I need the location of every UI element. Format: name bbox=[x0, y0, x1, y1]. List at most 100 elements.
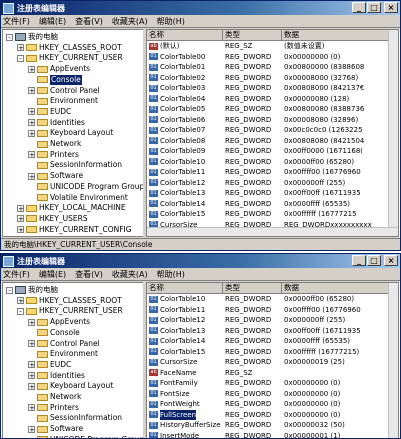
tree-node[interactable]: Network bbox=[28, 392, 81, 402]
tree-node[interactable]: + Software bbox=[28, 424, 83, 434]
menu-edit[interactable]: 编辑(E) bbox=[39, 269, 66, 280]
expand-icon[interactable]: + bbox=[17, 297, 24, 305]
value-row[interactable]: 01 FontSize REG_DWORD 0x00000000 (0) bbox=[147, 389, 398, 400]
tree-node[interactable]: + Identities bbox=[28, 371, 85, 381]
menu-file[interactable]: 文件(F) bbox=[3, 16, 30, 27]
value-row[interactable]: 01 ColorTable14 REG_DWORD 0x0000ffff (65535… bbox=[147, 199, 398, 210]
vertical-scrollbar[interactable] bbox=[388, 30, 398, 236]
column-header-name[interactable]: 名称 bbox=[147, 30, 223, 40]
value-row[interactable]: 01 ColorTable15 REG_DWORD 0x00ffffff (16777… bbox=[147, 209, 398, 220]
close-button[interactable]: × bbox=[384, 2, 398, 13]
menu-help[interactable]: 帮助(H) bbox=[157, 269, 185, 280]
value-row[interactable]: 01 ColorTable11 REG_DWORD 0x00ffff00 (16776… bbox=[147, 167, 398, 178]
expand-icon[interactable]: + bbox=[28, 87, 35, 95]
tree-node[interactable]: Volatile Environment bbox=[28, 193, 128, 203]
tree-node[interactable]: + Printers bbox=[28, 403, 79, 413]
menu-favorites[interactable]: 收藏夹(A) bbox=[112, 16, 148, 27]
tree-node[interactable]: + AppEvents bbox=[28, 317, 90, 327]
value-row[interactable]: 01 ColorTable10 REG_DWORD 0x0000ff00 (65280… bbox=[147, 157, 398, 168]
collapse-icon[interactable]: - bbox=[6, 286, 13, 294]
expand-icon[interactable]: + bbox=[28, 340, 35, 348]
value-row[interactable]: 01 ColorTable13 REG_DWORD 0x00ff00ff (16711… bbox=[147, 326, 398, 337]
value-row[interactable]: 01 ColorTable06 REG_DWORD 0x00008080 (32896… bbox=[147, 115, 398, 126]
tree-node[interactable]: + AppEvents bbox=[28, 64, 90, 74]
expand-icon[interactable]: + bbox=[28, 404, 35, 412]
expand-icon[interactable]: + bbox=[28, 65, 35, 73]
collapse-icon[interactable]: - bbox=[17, 54, 24, 62]
expand-icon[interactable]: + bbox=[17, 204, 24, 212]
tree-node[interactable]: + HKEY_CLASSES_ROOT bbox=[17, 43, 122, 53]
value-row[interactable]: 01 FontFamily REG_DWORD 0x00000000 (0) bbox=[147, 378, 398, 389]
tree-node[interactable]: + HKEY_CLASSES_ROOT bbox=[17, 296, 122, 306]
tree-node[interactable]: Environment bbox=[28, 349, 98, 359]
tree-node[interactable]: Console bbox=[28, 328, 80, 338]
registry-tree[interactable]: - 我的电脑 + HKEY_CLASSES_ROOT - HKEY_CURRENT_USE… bbox=[2, 29, 145, 237]
column-header-name[interactable]: 名称 bbox=[147, 283, 223, 293]
value-row[interactable]: 01 ColorTable02 REG_DWORD 0x00008000 (32768… bbox=[147, 73, 398, 84]
minimize-button[interactable]: _ bbox=[352, 255, 366, 266]
tree-node[interactable]: Network bbox=[28, 139, 81, 149]
value-row[interactable]: 01 ColorTable00 REG_DWORD 0x00000000 (0) bbox=[147, 52, 398, 63]
tree-node[interactable]: + Printers bbox=[28, 150, 79, 160]
value-row[interactable]: 01 ColorTable12 REG_DWORD 0x000000ff (255) bbox=[147, 315, 398, 326]
tree-node[interactable]: - HKEY_CURRENT_USER bbox=[17, 306, 123, 316]
tree-node[interactable]: SessionInformation bbox=[28, 160, 122, 170]
tree-node[interactable]: - HKEY_CURRENT_USER bbox=[17, 53, 123, 63]
title-bar[interactable]: 注册表编辑器 _ □ × bbox=[1, 254, 400, 268]
tree-node[interactable]: + HKEY_USERS bbox=[17, 214, 88, 224]
value-row[interactable]: 01 FontWeight REG_DWORD 0x00000000 (0) bbox=[147, 399, 398, 410]
collapse-icon[interactable]: - bbox=[6, 33, 13, 41]
tree-node[interactable]: SessionInformation bbox=[28, 413, 122, 423]
minimize-button[interactable]: _ bbox=[352, 2, 366, 13]
column-header-data[interactable]: 数据 bbox=[282, 283, 398, 293]
value-row[interactable]: 01 ColorTable08 REG_DWORD 0x00808080 (84215… bbox=[147, 136, 398, 147]
menu-file[interactable]: 文件(F) bbox=[3, 269, 30, 280]
value-row[interactable]: 01 ColorTable14 REG_DWORD 0x0000ffff (65535… bbox=[147, 336, 398, 347]
vertical-scrollbar[interactable] bbox=[388, 283, 398, 438]
tree-node[interactable]: + Keyboard Layout bbox=[28, 381, 113, 391]
value-row[interactable]: 01 ColorTable12 REG_DWORD 0x000000ff (255) bbox=[147, 178, 398, 189]
column-header-type[interactable]: 类型 bbox=[223, 30, 282, 40]
tree-node[interactable]: UNICODE Program Groups bbox=[28, 182, 144, 192]
value-row[interactable]: 01 ColorTable11 REG_DWORD 0x00ffff00 (16776… bbox=[147, 305, 398, 316]
expand-icon[interactable]: + bbox=[17, 215, 24, 223]
value-row[interactable]: 01 ColorTable04 REG_DWORD 0x00000080 (128) bbox=[147, 94, 398, 105]
tree-node[interactable]: + Control Panel bbox=[28, 86, 100, 96]
values-list[interactable]: 名称 类型 数据 01 ColorTable10 REG_DWORD 0x0000ff… bbox=[146, 282, 399, 438]
value-row[interactable]: 01 ColorTable07 REG_DWORD 0x00c0c0c0 (12632… bbox=[147, 125, 398, 136]
title-bar[interactable]: 注册表编辑器 _ □ × bbox=[1, 1, 400, 15]
expand-icon[interactable]: + bbox=[17, 226, 24, 234]
expand-icon[interactable]: + bbox=[28, 382, 35, 390]
value-row[interactable]: 01 CursorSize REG_DWORD 0x00000019 (25) bbox=[147, 357, 398, 368]
tree-node[interactable]: + Control Panel bbox=[28, 339, 100, 349]
menu-view[interactable]: 查看(V) bbox=[75, 269, 103, 280]
expand-icon[interactable]: + bbox=[28, 108, 35, 116]
tree-node[interactable]: - 我的电脑 bbox=[6, 32, 58, 42]
value-row[interactable]: 01 InsertMode REG_DWORD 0x00000001 (1) bbox=[147, 431, 398, 438]
registry-tree[interactable]: - 我的电脑 + HKEY_CLASSES_ROOT - HKEY_CURRENT_USE… bbox=[2, 282, 145, 438]
tree-node[interactable]: + EUDC bbox=[28, 360, 71, 370]
tree-node[interactable]: Environment bbox=[28, 96, 98, 106]
value-row[interactable]: 01 HistoryBufferSize REG_DWORD 0x00000032 (… bbox=[147, 420, 398, 431]
expand-icon[interactable]: + bbox=[17, 44, 24, 52]
expand-icon[interactable]: + bbox=[28, 361, 35, 369]
tree-node[interactable]: + Keyboard Layout bbox=[28, 128, 113, 138]
horizontal-scrollbar[interactable] bbox=[147, 227, 398, 236]
value-row[interactable]: 01 ColorTable09 REG_DWORD 0x00ff0000 (16711… bbox=[147, 146, 398, 157]
tree-node[interactable]: - 我的电脑 bbox=[6, 285, 58, 295]
maximize-button[interactable]: □ bbox=[367, 255, 381, 266]
expand-icon[interactable]: + bbox=[28, 318, 35, 326]
expand-icon[interactable]: + bbox=[28, 151, 35, 159]
collapse-icon[interactable]: - bbox=[17, 307, 24, 315]
close-button[interactable]: × bbox=[384, 255, 398, 266]
expand-icon[interactable]: + bbox=[28, 119, 35, 127]
tree-node[interactable]: + Identities bbox=[28, 118, 85, 128]
tree-node[interactable]: UNICODE Program Groups bbox=[28, 435, 144, 438]
value-row[interactable]: ab (默认) REG_SZ (数值未设置) bbox=[147, 41, 398, 52]
column-header-type[interactable]: 类型 bbox=[223, 283, 282, 293]
value-row[interactable]: 01 ColorTable10 REG_DWORD 0x0000ff00 (65280… bbox=[147, 294, 398, 305]
menu-favorites[interactable]: 收藏夹(A) bbox=[112, 269, 148, 280]
expand-icon[interactable]: + bbox=[28, 372, 35, 380]
tree-node[interactable]: + HKEY_CURRENT_CONFIG bbox=[17, 225, 132, 235]
values-list[interactable]: 名称 类型 数据 ab (默认) REG_SZ (数值未设置) 01 ColorTable… bbox=[146, 29, 399, 237]
